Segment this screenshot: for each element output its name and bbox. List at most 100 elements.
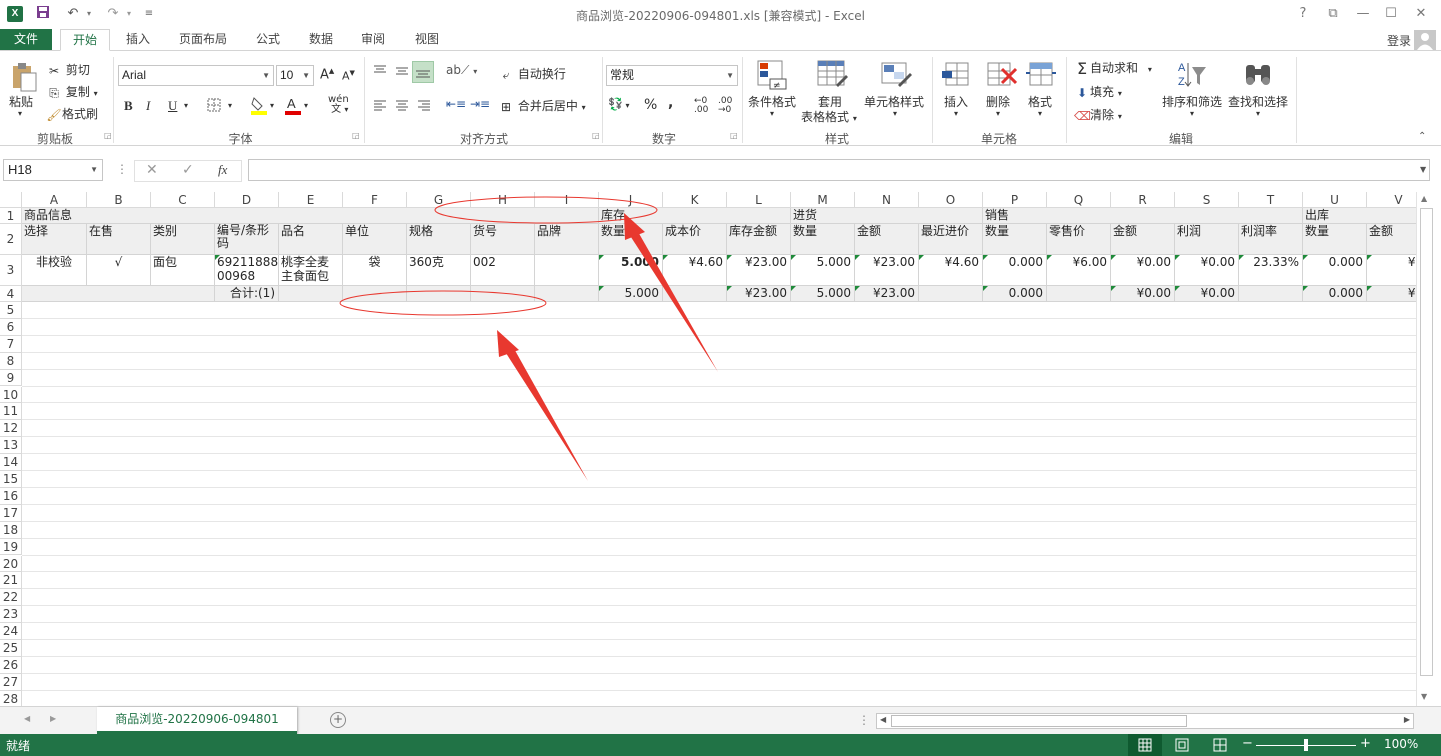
- column-header-b[interactable]: B: [87, 192, 151, 208]
- cell-d4[interactable]: 合计:(1): [215, 286, 279, 302]
- find-select-dropdown-icon[interactable]: ▾: [1256, 109, 1260, 118]
- cell-header-i2[interactable]: 品牌: [535, 224, 599, 255]
- row-header-10[interactable]: 10: [0, 386, 22, 404]
- row-header-14[interactable]: 14: [0, 454, 22, 471]
- column-header-g[interactable]: G: [407, 192, 471, 208]
- row-header-3[interactable]: 3: [0, 255, 22, 286]
- insert-cells-dropdown-icon[interactable]: ▾: [954, 109, 958, 118]
- cell-i4[interactable]: [535, 286, 599, 302]
- decrease-indent-icon[interactable]: ⇤≡: [446, 97, 466, 111]
- cell-u1-outbound[interactable]: 出库: [1303, 208, 1416, 224]
- paste-button[interactable]: 粘贴: [9, 93, 33, 110]
- column-header-h[interactable]: H: [471, 192, 535, 208]
- maximize-button[interactable]: ☐: [1378, 4, 1404, 24]
- delete-cells-icon[interactable]: [986, 59, 1018, 91]
- column-header-t[interactable]: T: [1239, 192, 1303, 208]
- row-header-18[interactable]: 18: [0, 521, 22, 539]
- column-header-n[interactable]: N: [855, 192, 919, 208]
- conditional-format-dropdown-icon[interactable]: ▾: [770, 109, 774, 118]
- number-format-select[interactable]: 常规 ▼: [606, 65, 738, 86]
- cell-j3[interactable]: 5.000: [599, 255, 663, 286]
- row-header-23[interactable]: 23: [0, 606, 22, 624]
- row-header-22[interactable]: 22: [0, 589, 22, 607]
- cancel-edit-button[interactable]: ✕: [146, 162, 158, 178]
- column-header-q[interactable]: Q: [1047, 192, 1111, 208]
- zoom-level[interactable]: 100%: [1384, 737, 1418, 751]
- scroll-left-icon[interactable]: ◀: [880, 715, 886, 724]
- zoom-slider-thumb[interactable]: [1304, 739, 1308, 751]
- cell-header-t2[interactable]: 利润率: [1239, 224, 1303, 255]
- cell-d3[interactable]: 69211888 00968: [215, 255, 279, 286]
- cell-h3[interactable]: 002: [471, 255, 535, 286]
- column-header-r[interactable]: R: [1111, 192, 1175, 208]
- cell-header-s2[interactable]: 利润: [1175, 224, 1239, 255]
- row-header-26[interactable]: 26: [0, 656, 22, 674]
- font-color-dropdown-icon[interactable]: ▾: [304, 101, 308, 110]
- column-header-v[interactable]: V: [1367, 192, 1416, 208]
- cell-j1-stock[interactable]: 库存: [599, 208, 791, 224]
- row-header-7[interactable]: 7: [0, 335, 22, 353]
- row-header-6[interactable]: 6: [0, 318, 22, 336]
- cell-k3[interactable]: ¥4.60: [663, 255, 727, 286]
- cell-q4[interactable]: [1047, 286, 1111, 302]
- row-header-21[interactable]: 21: [0, 572, 22, 590]
- cell-t4[interactable]: [1239, 286, 1303, 302]
- font-name-select[interactable]: Arial ▼: [118, 65, 274, 86]
- scroll-down-icon[interactable]: ▼: [1421, 692, 1427, 701]
- underline-button[interactable]: U: [168, 98, 177, 114]
- add-sheet-icon[interactable]: +: [330, 712, 346, 728]
- cell-o4[interactable]: [919, 286, 983, 302]
- cell-e4[interactable]: [279, 286, 343, 302]
- format-as-table-label-2[interactable]: 表格格式 ▾: [801, 108, 857, 125]
- find-select-icon[interactable]: [1242, 59, 1274, 91]
- delete-cells-dropdown-icon[interactable]: ▾: [996, 109, 1000, 118]
- formula-input[interactable]: [248, 159, 1430, 181]
- cell-styles-icon[interactable]: [880, 59, 912, 91]
- cell-header-m2[interactable]: 数量: [791, 224, 855, 255]
- cell-m1-purchase[interactable]: 进货: [791, 208, 983, 224]
- paste-dropdown-icon[interactable]: ▾: [18, 109, 22, 118]
- fill-button[interactable]: ⬇ 填充 ▾: [1074, 83, 1122, 101]
- cell-p4[interactable]: 0.000: [983, 286, 1047, 302]
- tab-insert[interactable]: 插入: [114, 29, 162, 51]
- align-center-icon[interactable]: [394, 97, 410, 116]
- row-header-11[interactable]: 11: [0, 403, 22, 421]
- cut-button[interactable]: ✂ 剪切: [46, 61, 90, 79]
- scroll-right-icon[interactable]: ▶: [1404, 715, 1410, 724]
- cell-d2-header[interactable]: 编号/条形码: [215, 224, 279, 255]
- align-left-icon[interactable]: [372, 97, 388, 116]
- cell-r3[interactable]: ¥0.00: [1111, 255, 1175, 286]
- ribbon-display-button[interactable]: ⧉: [1320, 4, 1346, 24]
- cell-header-e2[interactable]: 品名: [279, 224, 343, 255]
- cell-a4-blank[interactable]: [22, 286, 215, 302]
- cell-g4[interactable]: [407, 286, 471, 302]
- clipboard-launcher-icon[interactable]: ◲: [104, 131, 112, 140]
- fill-color-dropdown-icon[interactable]: ▾: [270, 101, 274, 110]
- row-header-4[interactable]: 4: [0, 286, 22, 302]
- cell-header-b2[interactable]: 在售: [87, 224, 151, 255]
- comma-button[interactable]: ,: [668, 95, 673, 111]
- cell-header-p2[interactable]: 数量: [983, 224, 1047, 255]
- cell-header-h2[interactable]: 货号: [471, 224, 535, 255]
- cell-a1-product-info[interactable]: 商品信息: [22, 208, 599, 224]
- format-cells-dropdown-icon[interactable]: ▾: [1038, 109, 1042, 118]
- row-header-1[interactable]: 1: [0, 208, 22, 224]
- row-header-12[interactable]: 12: [0, 420, 22, 438]
- merge-center-button[interactable]: ⊞ 合并后居中 ▾: [498, 97, 586, 115]
- column-header-k[interactable]: K: [663, 192, 727, 208]
- align-top-icon[interactable]: [372, 63, 388, 82]
- align-bottom-icon[interactable]: [412, 61, 434, 83]
- sort-filter-button[interactable]: 排序和筛选: [1162, 93, 1222, 110]
- cell-o3[interactable]: ¥4.60: [919, 255, 983, 286]
- cell-g3[interactable]: 360克: [407, 255, 471, 286]
- column-header-i[interactable]: I: [535, 192, 599, 208]
- column-header-p[interactable]: P: [983, 192, 1047, 208]
- tab-review[interactable]: 审阅: [350, 29, 396, 51]
- cell-header-j2[interactable]: 数量: [599, 224, 663, 255]
- cell-a3[interactable]: 非校验: [22, 255, 87, 286]
- number-launcher-icon[interactable]: ◲: [730, 131, 738, 140]
- cell-v4[interactable]: ¥0.: [1367, 286, 1416, 302]
- row-header-17[interactable]: 17: [0, 504, 22, 522]
- conditional-format-icon[interactable]: ≠: [756, 59, 788, 91]
- select-all-corner[interactable]: [0, 192, 22, 208]
